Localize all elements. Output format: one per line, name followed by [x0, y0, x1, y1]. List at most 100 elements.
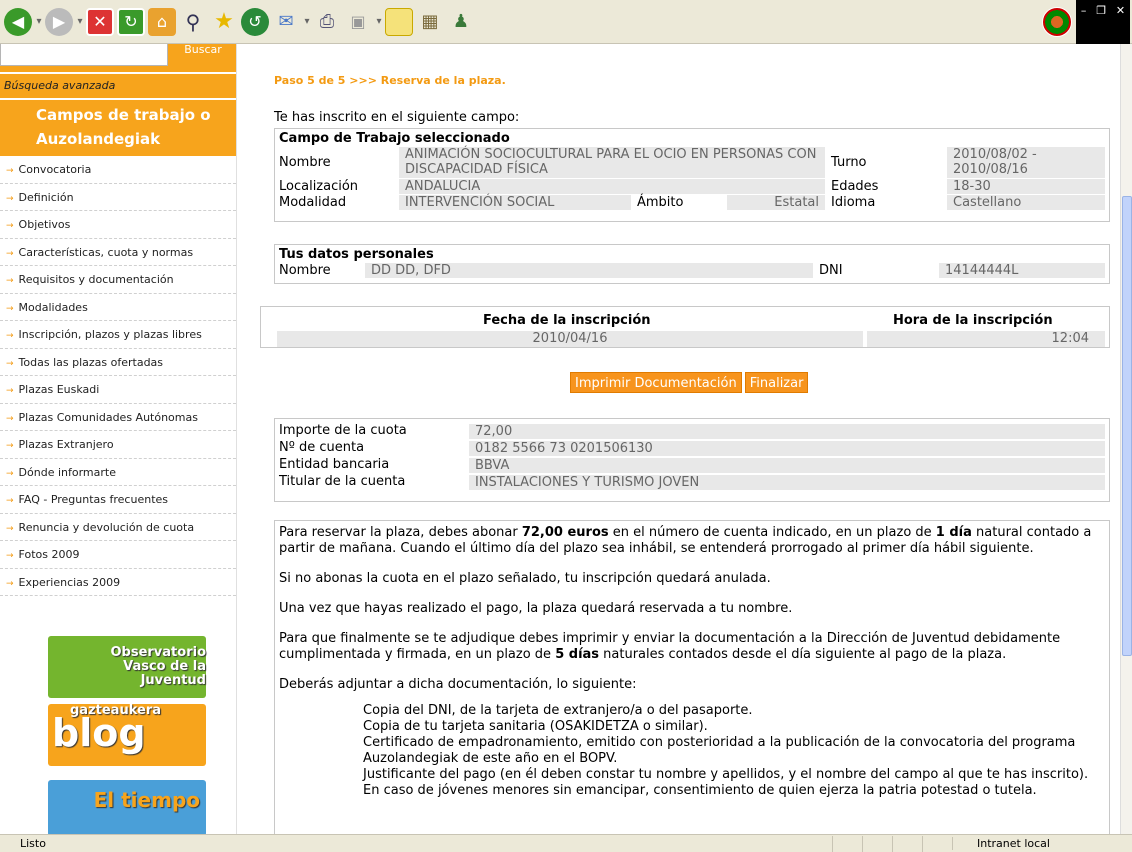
sidebar-nav: → Convocatoria → Definición → Objetivos → Carac… [0, 156, 236, 596]
print-documentation-button[interactable]: Imprimir Documentación [570, 372, 742, 393]
status-segment [862, 835, 892, 852]
main-content: Paso 5 de 5 >>> Reserva de la plaza. Te … [238, 44, 1120, 834]
advanced-search-link[interactable]: Búsqueda avanzada [0, 72, 236, 98]
list-item: Copia del DNI, de la tarjeta de extranje… [363, 703, 753, 718]
sidebar-item[interactable]: → Características, cuota y normas [0, 239, 236, 266]
folder-icon[interactable]: ▦ [416, 8, 444, 36]
section-title: Campos de trabajo o Auzolandegiak [0, 98, 236, 156]
search-row: Buscar [0, 44, 236, 72]
entidad-value: BBVA [469, 458, 1105, 473]
close-icon[interactable]: ✕ [1116, 4, 1125, 17]
home-icon[interactable]: ⌂ [148, 7, 176, 36]
sidebar-item[interactable]: → Convocatoria [0, 156, 236, 184]
weather-banner[interactable]: El tiempo [48, 780, 206, 834]
browser-toolbar: ◀ ▾ ▶ ▾ ✕ ↻ ⌂ ⚲ ★ ↺ ✉ ▾ ⎙ ▣ ▾ ▦ ♟ – ❐ ✕ [0, 0, 1132, 44]
history-icon[interactable]: ↺ [241, 7, 269, 36]
sidebar-item[interactable]: → Definición [0, 184, 236, 211]
blog-banner[interactable]: gazteaukera blog [48, 704, 206, 766]
arrow-icon: → [6, 276, 14, 286]
cuenta-label: Nº de cuenta [279, 440, 365, 455]
mail-dropdown-icon[interactable]: ▾ [303, 16, 311, 27]
instructions-p5: Deberás adjuntar a dicha documentación, … [279, 677, 637, 692]
arrow-icon: → [6, 331, 14, 341]
status-segment [922, 835, 952, 852]
security-zone: Intranet local [952, 837, 1132, 850]
list-item: Justificante del pago (en él deben const… [363, 767, 1089, 782]
stop-icon[interactable]: ✕ [86, 7, 114, 36]
window-controls[interactable]: – ❐ ✕ [1076, 0, 1130, 44]
sidebar-item[interactable]: → Plazas Comunidades Autónomas [0, 404, 236, 431]
sidebar-item[interactable]: → Modalidades [0, 294, 236, 321]
sidebar-item-label: Modalidades [18, 300, 88, 314]
cuenta-value: 0182 5566 73 0201506130 [469, 441, 1105, 456]
ambito-value: Estatal [727, 195, 825, 210]
search-input[interactable] [0, 44, 168, 66]
sidebar-item[interactable]: → Dónde informarte [0, 459, 236, 486]
fecha-value: 2010/04/16 [277, 331, 863, 347]
edit-dropdown-icon[interactable]: ▾ [375, 16, 383, 27]
sidebar-item[interactable]: → Plazas Euskadi [0, 376, 236, 404]
p4-text-b: naturales contados desde el día siguient… [599, 647, 1007, 662]
sidebar-item-label: Experiencias 2009 [18, 575, 121, 589]
titular-label: Titular de la cuenta [279, 474, 406, 489]
status-bar: Listo Intranet local [0, 834, 1132, 852]
sidebar-item[interactable]: → Todas las plazas ofertadas [0, 349, 236, 376]
sidebar-item-label: Convocatoria [18, 163, 92, 176]
forward-dropdown-icon[interactable]: ▾ [76, 16, 84, 27]
weather-banner-label: El tiempo [93, 788, 200, 812]
status-segment [832, 835, 862, 852]
sidebar-item[interactable]: → Experiencias 2009 [0, 569, 236, 596]
sidebar-item[interactable]: → Requisitos y documentación [0, 266, 236, 294]
minimize-icon[interactable]: – [1081, 4, 1087, 17]
sidebar-item[interactable]: → Plazas Extranjero [0, 431, 236, 459]
discuss-icon[interactable] [385, 7, 413, 36]
intro-text: Te has inscrito en el siguiente campo: [274, 110, 520, 125]
back-dropdown-icon[interactable]: ▾ [35, 16, 43, 27]
sidebar-item[interactable]: → Inscripción, plazos y plazas libres [0, 321, 236, 349]
modalidad-value: INTERVENCIÓN SOCIAL [399, 195, 631, 210]
back-icon[interactable]: ◀ [4, 7, 32, 36]
messenger-icon[interactable]: ♟ [447, 8, 475, 36]
arrow-icon: → [6, 468, 14, 479]
refresh-icon[interactable]: ↻ [117, 7, 145, 36]
finish-button[interactable]: Finalizar [744, 372, 809, 393]
arrow-icon: → [6, 303, 14, 314]
sidebar-item-label: Plazas Euskadi [18, 383, 100, 396]
mail-icon[interactable]: ✉ [272, 8, 300, 36]
importe-label: Importe de la cuota [279, 423, 407, 438]
restore-icon[interactable]: ❐ [1096, 4, 1106, 17]
search-button[interactable]: Buscar [172, 44, 234, 58]
dni-value: 14144444L [939, 263, 1105, 278]
instructions-p4: Para que finalmente se te adjudique debe… [279, 631, 1105, 663]
edit-icon[interactable]: ▣ [344, 8, 372, 36]
search-icon[interactable]: ⚲ [179, 8, 207, 36]
blog-banner-label: blog [52, 711, 146, 755]
p1-amount: 72,00 euros [521, 525, 609, 540]
campo-nombre-value: ANIMACIÓN SOCIOCULTURAL PARA EL OCIO EN … [399, 147, 825, 178]
scroll-thumb[interactable] [1122, 196, 1132, 656]
favorites-icon[interactable]: ★ [210, 8, 238, 36]
localizacion-label: Localización [279, 179, 359, 194]
observatorio-banner[interactable]: Observatorio Vasco de la Juventud [48, 636, 206, 698]
sidebar-item-label: Plazas Extranjero [18, 438, 114, 451]
arrow-icon: → [6, 496, 14, 506]
instructions-p2: Si no abonas la cuota en el plazo señala… [279, 571, 771, 586]
campo-box: Campo de Trabajo seleccionado Nombre ANI… [274, 128, 1110, 222]
sidebar-item[interactable]: → Objetivos [0, 211, 236, 239]
sidebar-item[interactable]: → Fotos 2009 [0, 541, 236, 569]
personal-title: Tus datos personales [279, 247, 434, 262]
arrow-icon: → [6, 221, 14, 231]
sidebar-item[interactable]: → FAQ - Preguntas frecuentes [0, 486, 236, 514]
list-item: En caso de jóvenes menores sin emancipar… [363, 783, 1037, 798]
payment-box: Importe de la cuota 72,00 Nº de cuenta 0… [274, 418, 1110, 502]
sidebar-item[interactable]: → Renuncia y devolución de cuota [0, 514, 236, 541]
print-icon[interactable]: ⎙ [313, 8, 341, 36]
turno-label: Turno [831, 155, 867, 170]
page-scrollbar[interactable] [1120, 44, 1132, 834]
forward-icon[interactable]: ▶ [45, 7, 73, 36]
sidebar-item-label: FAQ - Preguntas frecuentes [18, 493, 169, 506]
sidebar: Buscar Búsqueda avanzada Campos de traba… [0, 44, 237, 834]
arrow-icon: → [6, 441, 14, 451]
idioma-value: Castellano [947, 195, 1105, 210]
action-buttons: Imprimir Documentación Finalizar [570, 372, 811, 393]
